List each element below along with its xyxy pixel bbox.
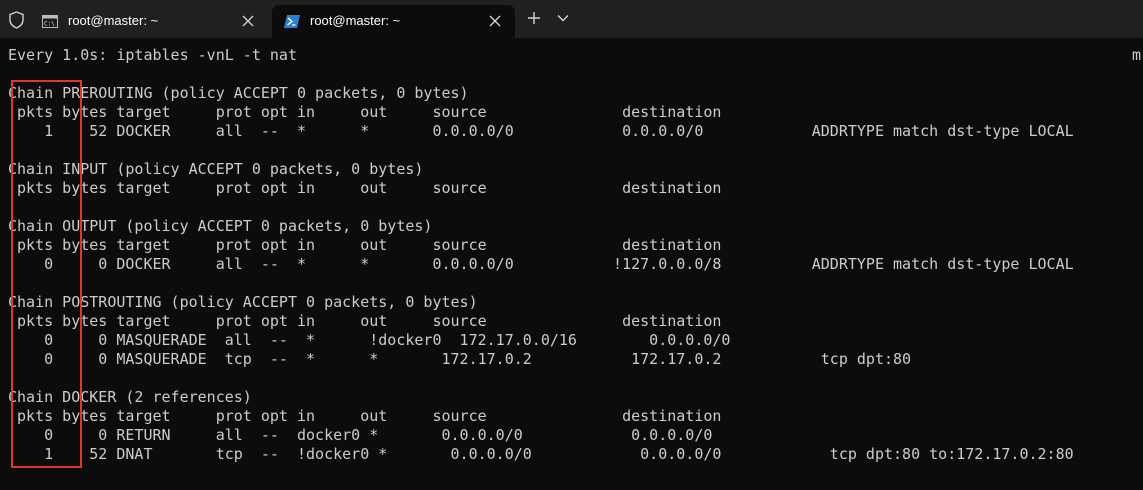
column-header: pkts bytes target prot opt in out source… xyxy=(8,407,722,425)
chain-header: Chain POSTROUTING (policy ACCEPT 0 packe… xyxy=(8,293,478,311)
rule-row: 0 0 MASQUERADE tcp -- * * 172.17.0.2 172… xyxy=(8,350,912,368)
close-icon[interactable] xyxy=(242,15,254,27)
cmd-icon: C:\ xyxy=(42,15,58,28)
tab-title: root@master: ~ xyxy=(68,13,159,28)
rule-row: 0 0 RETURN all -- docker0 * 0.0.0.0/0 0.… xyxy=(8,426,713,444)
column-header: pkts bytes target prot opt in out source… xyxy=(8,179,722,197)
column-header: pkts bytes target prot opt in out source… xyxy=(8,312,722,330)
svg-text:C:\: C:\ xyxy=(44,21,55,28)
column-header: pkts bytes target prot opt in out source… xyxy=(8,236,722,254)
rule-row: 1 52 DOCKER all -- * * 0.0.0.0/0 0.0.0.0… xyxy=(8,122,1074,140)
chain-header: Chain DOCKER (2 references) xyxy=(8,388,252,406)
rule-row: 1 52 DNAT tcp -- !docker0 * 0.0.0.0/0 0.… xyxy=(8,445,1074,463)
chain-header: Chain INPUT (policy ACCEPT 0 packets, 0 … xyxy=(8,160,424,178)
tab-cmd[interactable]: C:\ root@master: ~ xyxy=(30,5,268,38)
shield-icon[interactable] xyxy=(8,11,25,29)
tab-powershell[interactable]: root@master: ~ xyxy=(272,5,515,38)
tab-title: root@master: ~ xyxy=(310,13,401,28)
rule-row: 0 0 DOCKER all -- * * 0.0.0.0/0 !127.0.0… xyxy=(8,255,1074,273)
chain-header: Chain OUTPUT (policy ACCEPT 0 packets, 0… xyxy=(8,217,433,235)
chain-header: Chain PREROUTING (policy ACCEPT 0 packet… xyxy=(8,84,469,102)
terminal-window: C:\ root@master: ~ root@master: ~ Every … xyxy=(0,0,1143,490)
chevron-down-icon[interactable] xyxy=(557,14,569,22)
terminal-right-edge-text: m xyxy=(1131,46,1141,64)
plus-icon[interactable] xyxy=(526,10,542,26)
tab-bar: C:\ root@master: ~ root@master: ~ xyxy=(0,0,1143,38)
column-header: pkts bytes target prot opt in out source… xyxy=(8,103,722,121)
terminal-line: Every 1.0s: iptables -vnL -t nat xyxy=(8,46,297,64)
terminal-output[interactable]: Every 1.0s: iptables -vnL -t nat m Chain… xyxy=(0,38,1143,490)
rule-row: 0 0 MASQUERADE all -- * !docker0 172.17.… xyxy=(8,331,731,349)
powershell-icon xyxy=(284,15,300,28)
close-icon[interactable] xyxy=(489,15,501,27)
